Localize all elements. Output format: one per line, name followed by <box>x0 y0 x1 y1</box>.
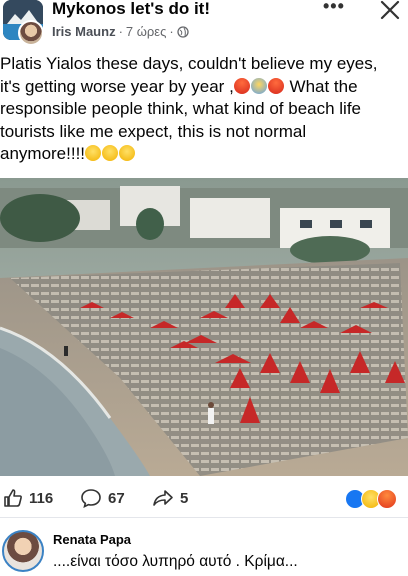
close-icon[interactable] <box>378 0 402 22</box>
like-button[interactable]: 116 <box>3 488 53 508</box>
post-stats: 116 67 5 <box>0 486 408 514</box>
meta-separator: · <box>118 24 123 39</box>
group-name[interactable]: Mykonos let's do it! <box>52 0 210 18</box>
post-photo[interactable] <box>0 178 408 476</box>
tired-emoji-icon <box>102 145 119 161</box>
more-icon[interactable]: ••• <box>323 0 345 15</box>
divider <box>0 517 408 518</box>
tired-emoji-icon <box>119 145 136 161</box>
author-avatar[interactable] <box>18 20 44 46</box>
angry-emoji-icon <box>233 77 250 94</box>
comment-text: ....είναι τόσο λυπηρό αυτό . Κρίμα... <box>53 553 298 570</box>
anxious-emoji-icon <box>250 77 267 94</box>
commenter-name[interactable]: Renata Papa <box>53 532 131 547</box>
post-line: tourists like me expect, this is not nor… <box>0 121 307 141</box>
comment-count: 67 <box>108 489 125 507</box>
post-text: Platis Yialos these days, couldn't belie… <box>0 53 405 166</box>
post-header: Mykonos let's do it! Iris Maunz · 7 ώρες… <box>0 0 408 46</box>
tired-emoji-icon <box>85 145 102 161</box>
share-button[interactable]: 5 <box>152 488 188 508</box>
post-line: anymore!!!! <box>0 143 405 166</box>
post-line: it's getting worse year by year , What t… <box>0 76 358 96</box>
post-line: responsible people think, what kind of b… <box>0 99 362 118</box>
share-count: 5 <box>180 489 189 507</box>
meta-dot: · <box>169 24 174 39</box>
comment-button[interactable]: 67 <box>80 488 125 508</box>
share-icon <box>153 490 173 506</box>
reaction-summary[interactable] <box>345 489 397 509</box>
like-icon <box>4 489 22 507</box>
comment-icon <box>81 489 101 508</box>
commenter-avatar[interactable] <box>2 530 44 572</box>
globe-icon <box>177 25 189 38</box>
post-line: Platis Yialos these days, couldn't belie… <box>0 54 378 73</box>
angry-emoji-icon <box>267 77 284 94</box>
angry-reaction-icon <box>377 489 397 509</box>
post-meta: Iris Maunz · 7 ώρες · <box>52 24 189 39</box>
like-count: 116 <box>29 489 54 507</box>
author-name[interactable]: Iris Maunz <box>52 24 116 39</box>
beach-photo <box>0 178 408 476</box>
post-time[interactable]: 7 ώρες <box>126 24 166 39</box>
